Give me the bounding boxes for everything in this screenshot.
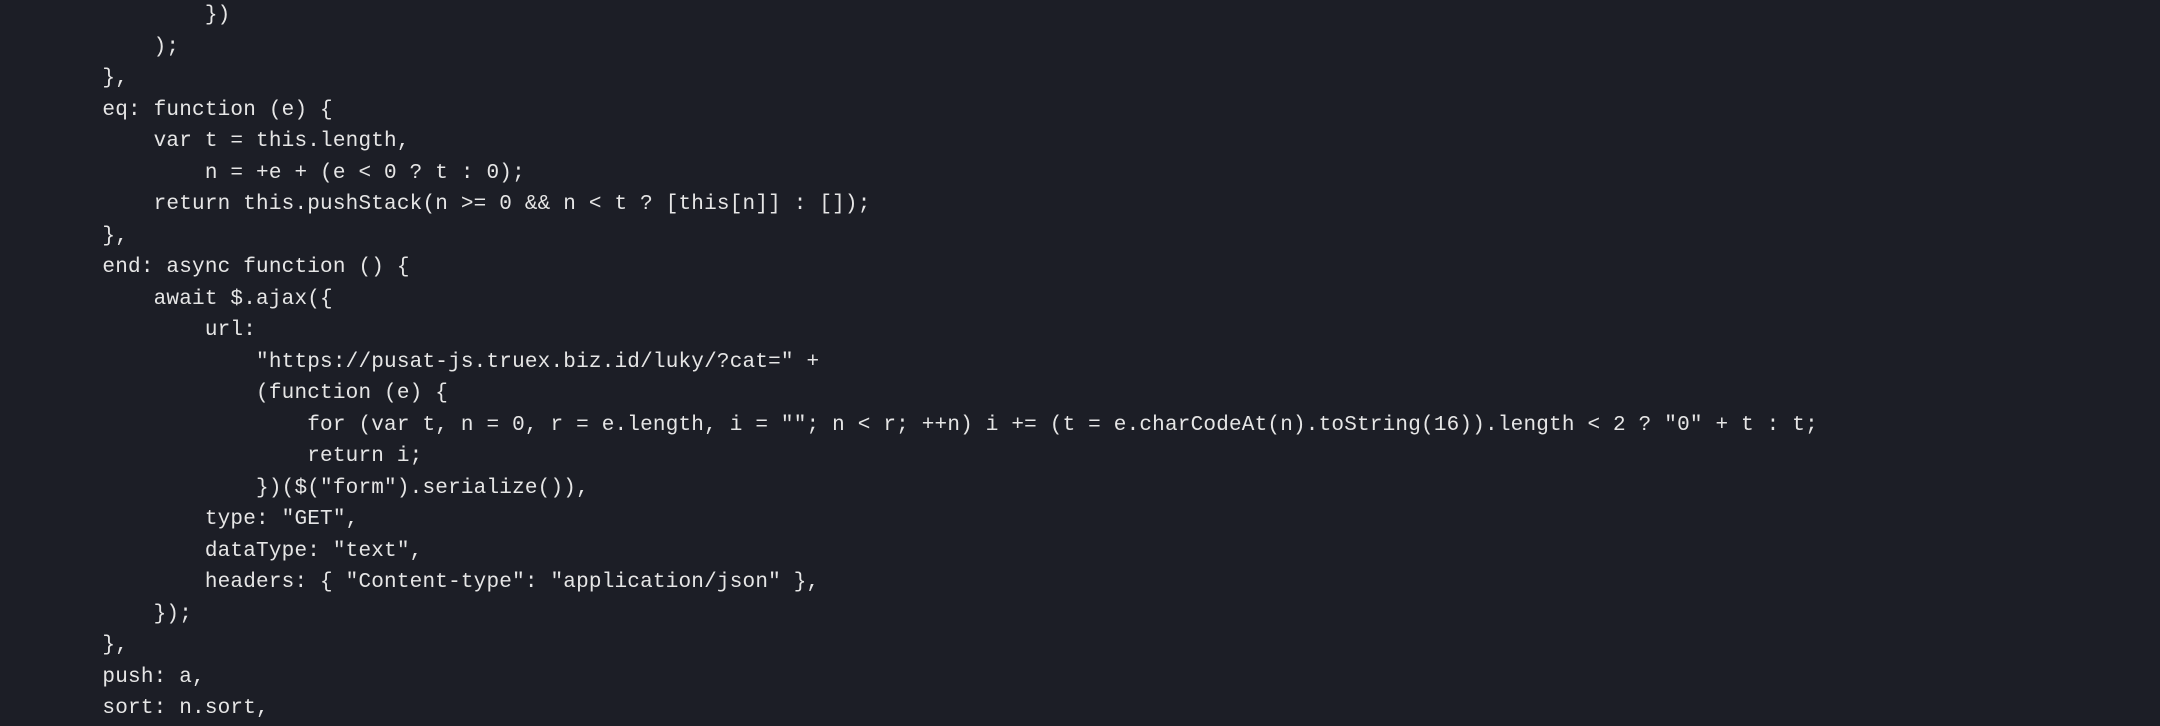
code-block[interactable]: }) ); }, eq: function (e) { var t = this… [0, 0, 2160, 726]
